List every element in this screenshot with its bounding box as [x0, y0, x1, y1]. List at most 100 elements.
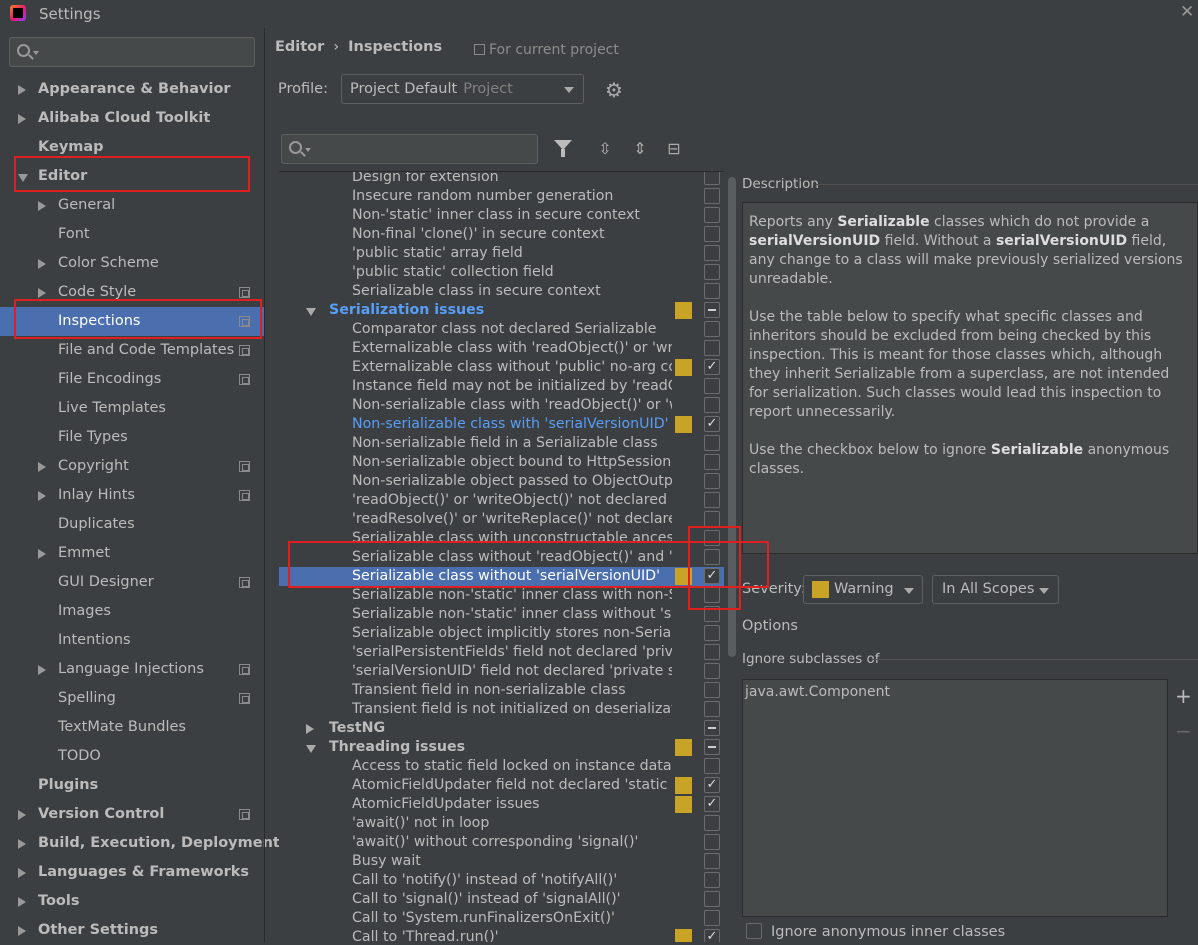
inspection-row[interactable]: Comparator class not declared Serializab…: [279, 320, 724, 339]
inspection-enabled-checkbox[interactable]: [704, 511, 720, 527]
inspection-enabled-checkbox[interactable]: [704, 245, 720, 261]
inspection-enabled-checkbox[interactable]: [704, 739, 720, 755]
ignore-anonymous-checkbox[interactable]: [746, 923, 762, 939]
inspection-search-input[interactable]: [281, 134, 538, 164]
inspection-row[interactable]: Access to static field locked on instanc…: [279, 757, 724, 776]
chevron-right-icon[interactable]: [18, 810, 26, 820]
inspection-row[interactable]: 'public static' collection field: [279, 263, 724, 282]
sidebar-item-version-control[interactable]: Version Control: [0, 800, 264, 829]
filter-icon[interactable]: [554, 140, 572, 157]
inspection-row[interactable]: 'serialVersionUID' field not declared 'p…: [279, 662, 724, 681]
inspection-row[interactable]: Call to 'signal()' instead of 'signalAll…: [279, 890, 724, 909]
chevron-right-icon[interactable]: [18, 85, 26, 95]
sidebar-item-duplicates[interactable]: Duplicates: [0, 510, 264, 539]
chevron-right-icon[interactable]: [38, 665, 46, 675]
inspection-enabled-checkbox[interactable]: [704, 815, 720, 831]
chevron-right-icon[interactable]: [38, 549, 46, 559]
inspection-enabled-checkbox[interactable]: [704, 435, 720, 451]
chevron-right-icon[interactable]: [18, 868, 26, 878]
inspection-row[interactable]: 'serialPersistentFields' field not decla…: [279, 643, 724, 662]
inspection-enabled-checkbox[interactable]: [704, 492, 720, 508]
sidebar-item-appearance-behavior[interactable]: Appearance & Behavior: [0, 75, 264, 104]
profile-dropdown[interactable]: Project Default Project: [341, 74, 584, 104]
inspection-enabled-checkbox[interactable]: [704, 872, 720, 888]
inspection-enabled-checkbox[interactable]: [704, 910, 720, 926]
chevron-right-icon[interactable]: [38, 288, 46, 298]
sidebar-item-alibaba-cloud-toolkit[interactable]: Alibaba Cloud Toolkit: [0, 104, 264, 133]
chevron-right-icon[interactable]: [18, 114, 26, 124]
inspection-enabled-checkbox[interactable]: [704, 625, 720, 641]
inspection-row[interactable]: Serializable object implicitly stores no…: [279, 624, 724, 643]
sidebar-item-gui-designer[interactable]: GUI Designer: [0, 568, 264, 597]
inspection-enabled-checkbox[interactable]: [704, 340, 720, 356]
inspection-enabled-checkbox[interactable]: [704, 663, 720, 679]
sidebar-item-language-injections[interactable]: Language Injections: [0, 655, 264, 684]
breadcrumb-editor[interactable]: Editor: [275, 39, 324, 55]
inspection-category[interactable]: TestNG: [279, 719, 724, 738]
sidebar-item-languages-frameworks[interactable]: Languages & Frameworks: [0, 858, 264, 887]
inspection-enabled-checkbox[interactable]: [704, 891, 720, 907]
reset-icon[interactable]: ⊟: [666, 141, 682, 157]
sidebar-item-tools[interactable]: Tools: [0, 887, 264, 916]
chevron-right-icon[interactable]: [38, 491, 46, 501]
collapse-all-icon[interactable]: ⇕: [632, 141, 648, 157]
inspection-enabled-checkbox[interactable]: [704, 758, 720, 774]
sidebar-item-copyright[interactable]: Copyright: [0, 452, 264, 481]
sidebar-item-other-settings[interactable]: Other Settings: [0, 916, 264, 945]
sidebar-item-general[interactable]: General: [0, 191, 264, 220]
chevron-right-icon[interactable]: [18, 897, 26, 907]
inspection-row[interactable]: 'public static' array field: [279, 244, 724, 263]
inspection-enabled-checkbox[interactable]: [704, 397, 720, 413]
sidebar-item-todo[interactable]: TODO: [0, 742, 264, 771]
inspection-enabled-checkbox[interactable]: [704, 172, 720, 185]
chevron-right-icon[interactable]: [306, 724, 314, 734]
inspection-enabled-checkbox[interactable]: [704, 378, 720, 394]
inspection-row[interactable]: Non-serializable object bound to HttpSes…: [279, 453, 724, 472]
inspection-row[interactable]: Serializable non-'static' inner class wi…: [279, 605, 724, 624]
inspection-row[interactable]: AtomicFieldUpdater field not declared 's…: [279, 776, 724, 795]
chevron-down-icon[interactable]: [306, 745, 316, 753]
ignore-subclasses-list[interactable]: java.awt.Component: [742, 679, 1168, 917]
inspection-row[interactable]: Transient field is not initialized on de…: [279, 700, 724, 719]
sidebar-item-font[interactable]: Font: [0, 220, 264, 249]
chevron-right-icon[interactable]: [38, 259, 46, 269]
add-button[interactable]: +: [1175, 686, 1192, 706]
inspection-row[interactable]: Non-serializable class with 'readObject(…: [279, 396, 724, 415]
close-icon[interactable]: ✕: [1180, 2, 1194, 22]
sidebar-item-color-scheme[interactable]: Color Scheme: [0, 249, 264, 278]
inspection-row[interactable]: Busy wait: [279, 852, 724, 871]
scope-dropdown[interactable]: In All Scopes: [932, 575, 1059, 604]
severity-dropdown[interactable]: Warning: [803, 575, 923, 604]
inspection-row[interactable]: Non-serializable class with 'serialVersi…: [279, 415, 724, 434]
inspection-enabled-checkbox[interactable]: [704, 701, 720, 717]
inspection-row[interactable]: Non-'static' inner class in secure conte…: [279, 206, 724, 225]
inspection-enabled-checkbox[interactable]: ✓: [704, 416, 720, 432]
inspection-enabled-checkbox[interactable]: [704, 682, 720, 698]
gear-icon[interactable]: ⚙: [605, 80, 623, 100]
inspection-enabled-checkbox[interactable]: ✓: [704, 359, 720, 375]
inspection-enabled-checkbox[interactable]: [704, 302, 720, 318]
inspection-enabled-checkbox[interactable]: [704, 834, 720, 850]
inspection-row[interactable]: Non-serializable object passed to Object…: [279, 472, 724, 491]
inspection-category[interactable]: Threading issues: [279, 738, 724, 757]
inspection-row[interactable]: Non-serializable field in a Serializable…: [279, 434, 724, 453]
sidebar-item-live-templates[interactable]: Live Templates: [0, 394, 264, 423]
sidebar-item-file-encodings[interactable]: File Encodings: [0, 365, 264, 394]
inspection-row[interactable]: Non-final 'clone()' in secure context: [279, 225, 724, 244]
inspection-category[interactable]: Serialization issues: [279, 301, 724, 320]
sidebar-item-intentions[interactable]: Intentions: [0, 626, 264, 655]
sidebar-item-build-execution-deployment[interactable]: Build, Execution, Deployment: [0, 829, 280, 858]
inspection-enabled-checkbox[interactable]: [704, 188, 720, 204]
inspection-enabled-checkbox[interactable]: [704, 853, 720, 869]
inspection-enabled-checkbox[interactable]: [704, 264, 720, 280]
sidebar-item-inlay-hints[interactable]: Inlay Hints: [0, 481, 264, 510]
inspection-enabled-checkbox[interactable]: ✓: [704, 796, 720, 812]
inspection-row[interactable]: Insecure random number generation: [279, 187, 724, 206]
inspection-enabled-checkbox[interactable]: [704, 644, 720, 660]
inspection-enabled-checkbox[interactable]: [704, 321, 720, 337]
inspection-enabled-checkbox[interactable]: [704, 226, 720, 242]
inspection-enabled-checkbox[interactable]: ✓: [704, 929, 720, 942]
inspection-row[interactable]: 'readObject()' or 'writeObject()' not de…: [279, 491, 724, 510]
chevron-down-icon[interactable]: [306, 308, 316, 316]
inspection-row[interactable]: Instance field may not be initialized by…: [279, 377, 724, 396]
